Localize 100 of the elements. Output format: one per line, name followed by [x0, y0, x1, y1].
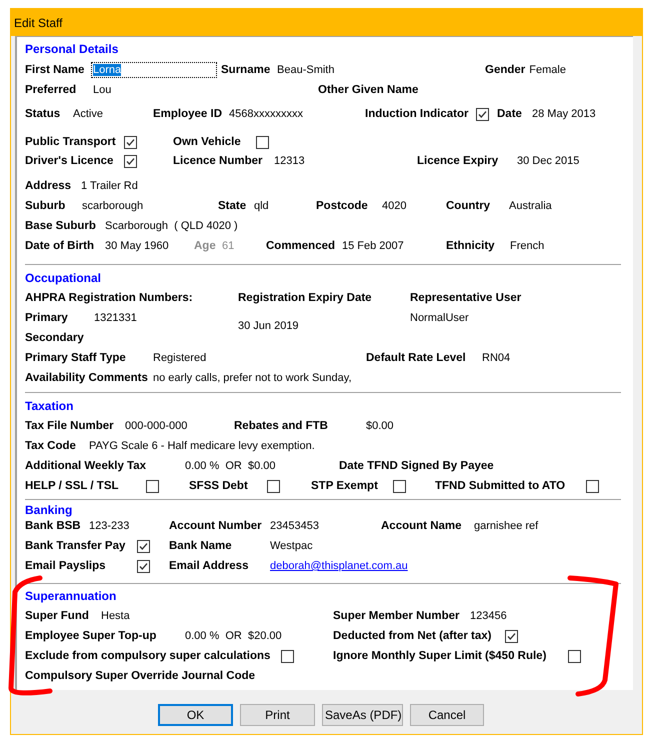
- field-label: TFND Submitted to ATO: [435, 479, 566, 493]
- field-value: Registered: [153, 351, 206, 365]
- field-label: Base Suburb: [25, 219, 97, 233]
- field-label: AHPRA Registration Numbers:: [25, 291, 193, 305]
- field-value: 123456: [470, 609, 507, 623]
- field-label: Status: [25, 107, 62, 121]
- field-value: 28 May 2013: [532, 107, 596, 121]
- field-label: Additional Weekly Tax: [25, 459, 147, 473]
- checkbox[interactable]: [124, 136, 137, 148]
- field-label: Public Transport: [25, 135, 117, 149]
- field-label: Commenced: [266, 239, 336, 253]
- field-label: Bank Transfer Pay: [25, 539, 126, 553]
- field-value: 123-233: [89, 519, 130, 533]
- section-heading: Occupational: [25, 271, 102, 285]
- dialog-button[interactable]: Cancel: [410, 704, 484, 726]
- field-label: Age: [194, 239, 217, 253]
- field-label: Postcode: [316, 199, 369, 213]
- dialog-button[interactable]: SaveAs (PDF): [322, 704, 403, 726]
- field-label: Representative User: [410, 291, 522, 305]
- dialog-button[interactable]: Print: [240, 704, 315, 726]
- field-label: Secondary: [25, 331, 84, 345]
- checkbox[interactable]: [281, 650, 294, 662]
- field-value: 15 Feb 2007: [342, 239, 404, 253]
- dialog-button[interactable]: OK: [158, 704, 233, 726]
- field-label: Own Vehicle: [173, 135, 242, 149]
- field-value: 1321331: [94, 311, 137, 325]
- field-label: Licence Expiry: [417, 154, 500, 168]
- field-value: no early calls, prefer not to work Sunday,: [153, 371, 352, 385]
- field-value: scarborough: [82, 199, 144, 213]
- field-label: Email Payslips: [25, 559, 107, 573]
- checkbox[interactable]: [124, 154, 137, 168]
- field-label: Preferred: [25, 83, 78, 97]
- field-label: Licence Number: [173, 154, 264, 168]
- field-label: Account Name: [381, 519, 463, 533]
- field-value: 61: [222, 239, 234, 253]
- field-label: State: [218, 199, 248, 213]
- field-label: Primary Staff Type: [25, 351, 127, 365]
- field-label: Deducted from Net (after tax): [333, 629, 492, 643]
- field-label: Ignore Monthly Super Limit ($450 Rule): [333, 649, 548, 663]
- field-value: NormalUser: [410, 311, 469, 325]
- checkbox[interactable]: [568, 650, 581, 662]
- field-value: Scarborough ( QLD 4020 ): [105, 219, 238, 233]
- field-label: Surname: [221, 63, 272, 77]
- field-label: Super Member Number: [333, 609, 461, 623]
- field-value: Active: [73, 107, 103, 121]
- field-label: Availability Comments: [25, 371, 149, 385]
- field-value: RN04: [482, 351, 510, 365]
- field-label: SFSS Debt: [189, 479, 249, 493]
- field-label: Address: [25, 179, 72, 193]
- field-value: French: [510, 239, 544, 253]
- field-label: Registration Expiry Date: [238, 291, 372, 305]
- field-label: Other Given Name: [318, 83, 418, 97]
- checkbox[interactable]: [256, 136, 269, 148]
- field-value: 0.00 % OR $0.00: [185, 459, 276, 473]
- field-label: Primary: [25, 311, 69, 325]
- field-value: 0.00 % OR $20.00: [185, 629, 282, 643]
- field-label: Date of Birth: [25, 239, 95, 253]
- field-value: Beau-Smith: [277, 63, 334, 77]
- checkbox[interactable]: [267, 480, 280, 492]
- field-label: First Name: [25, 63, 86, 77]
- field-label: Exclude from compulsory super calculations: [25, 649, 272, 663]
- field-value: Australia: [509, 199, 552, 213]
- field-value: 4568xxxxxxxxx: [229, 107, 303, 121]
- field-value: $0.00: [366, 419, 394, 433]
- field-label: Compulsory Super Override Journal Code: [25, 669, 256, 683]
- checkbox[interactable]: [137, 560, 150, 572]
- field-label: Bank Name: [169, 539, 233, 553]
- checkbox[interactable]: [137, 540, 150, 552]
- checkbox[interactable]: [476, 108, 489, 120]
- field-value: 4020: [382, 199, 406, 213]
- checkbox[interactable]: [505, 630, 518, 642]
- checkbox[interactable]: [586, 480, 599, 492]
- field-label: Country: [446, 199, 492, 213]
- field-label: Tax Code: [25, 439, 77, 453]
- field-label: Date: [497, 107, 523, 121]
- section-heading: Banking: [25, 503, 72, 517]
- field-label: Email Address: [169, 559, 250, 573]
- field-label: Tax File Number: [25, 419, 115, 433]
- field-label: Bank BSB: [25, 519, 82, 533]
- field-value: Female: [529, 63, 566, 77]
- field-value: garnishee ref: [474, 519, 538, 533]
- text-field[interactable]: Lorna: [91, 62, 217, 78]
- field-label: Driver's Licence: [25, 154, 114, 168]
- field-label: Date TFND Signed By Payee: [339, 459, 494, 473]
- field-value: 30 Jun 2019: [238, 319, 299, 333]
- field-label: Account Number: [169, 519, 263, 533]
- field-label: Induction Indicator: [365, 107, 470, 121]
- field-label: Rebates and FTB: [234, 419, 329, 433]
- section-heading: Superannuation: [25, 589, 116, 603]
- field-label: Gender: [485, 63, 526, 77]
- field-label: Suburb: [25, 199, 66, 213]
- checkbox[interactable]: [146, 480, 159, 492]
- window-title: Edit Staff: [14, 16, 62, 30]
- field-label: Ethnicity: [446, 239, 496, 253]
- section-heading: Taxation: [25, 399, 74, 413]
- checkbox[interactable]: [393, 480, 406, 492]
- field-value: 000-000-000: [125, 419, 188, 433]
- email-link[interactable]: deborah@thisplanet.com.au: [270, 559, 408, 573]
- field-value: 30 Dec 2015: [517, 154, 580, 168]
- field-label: Employee Super Top-up: [25, 629, 158, 643]
